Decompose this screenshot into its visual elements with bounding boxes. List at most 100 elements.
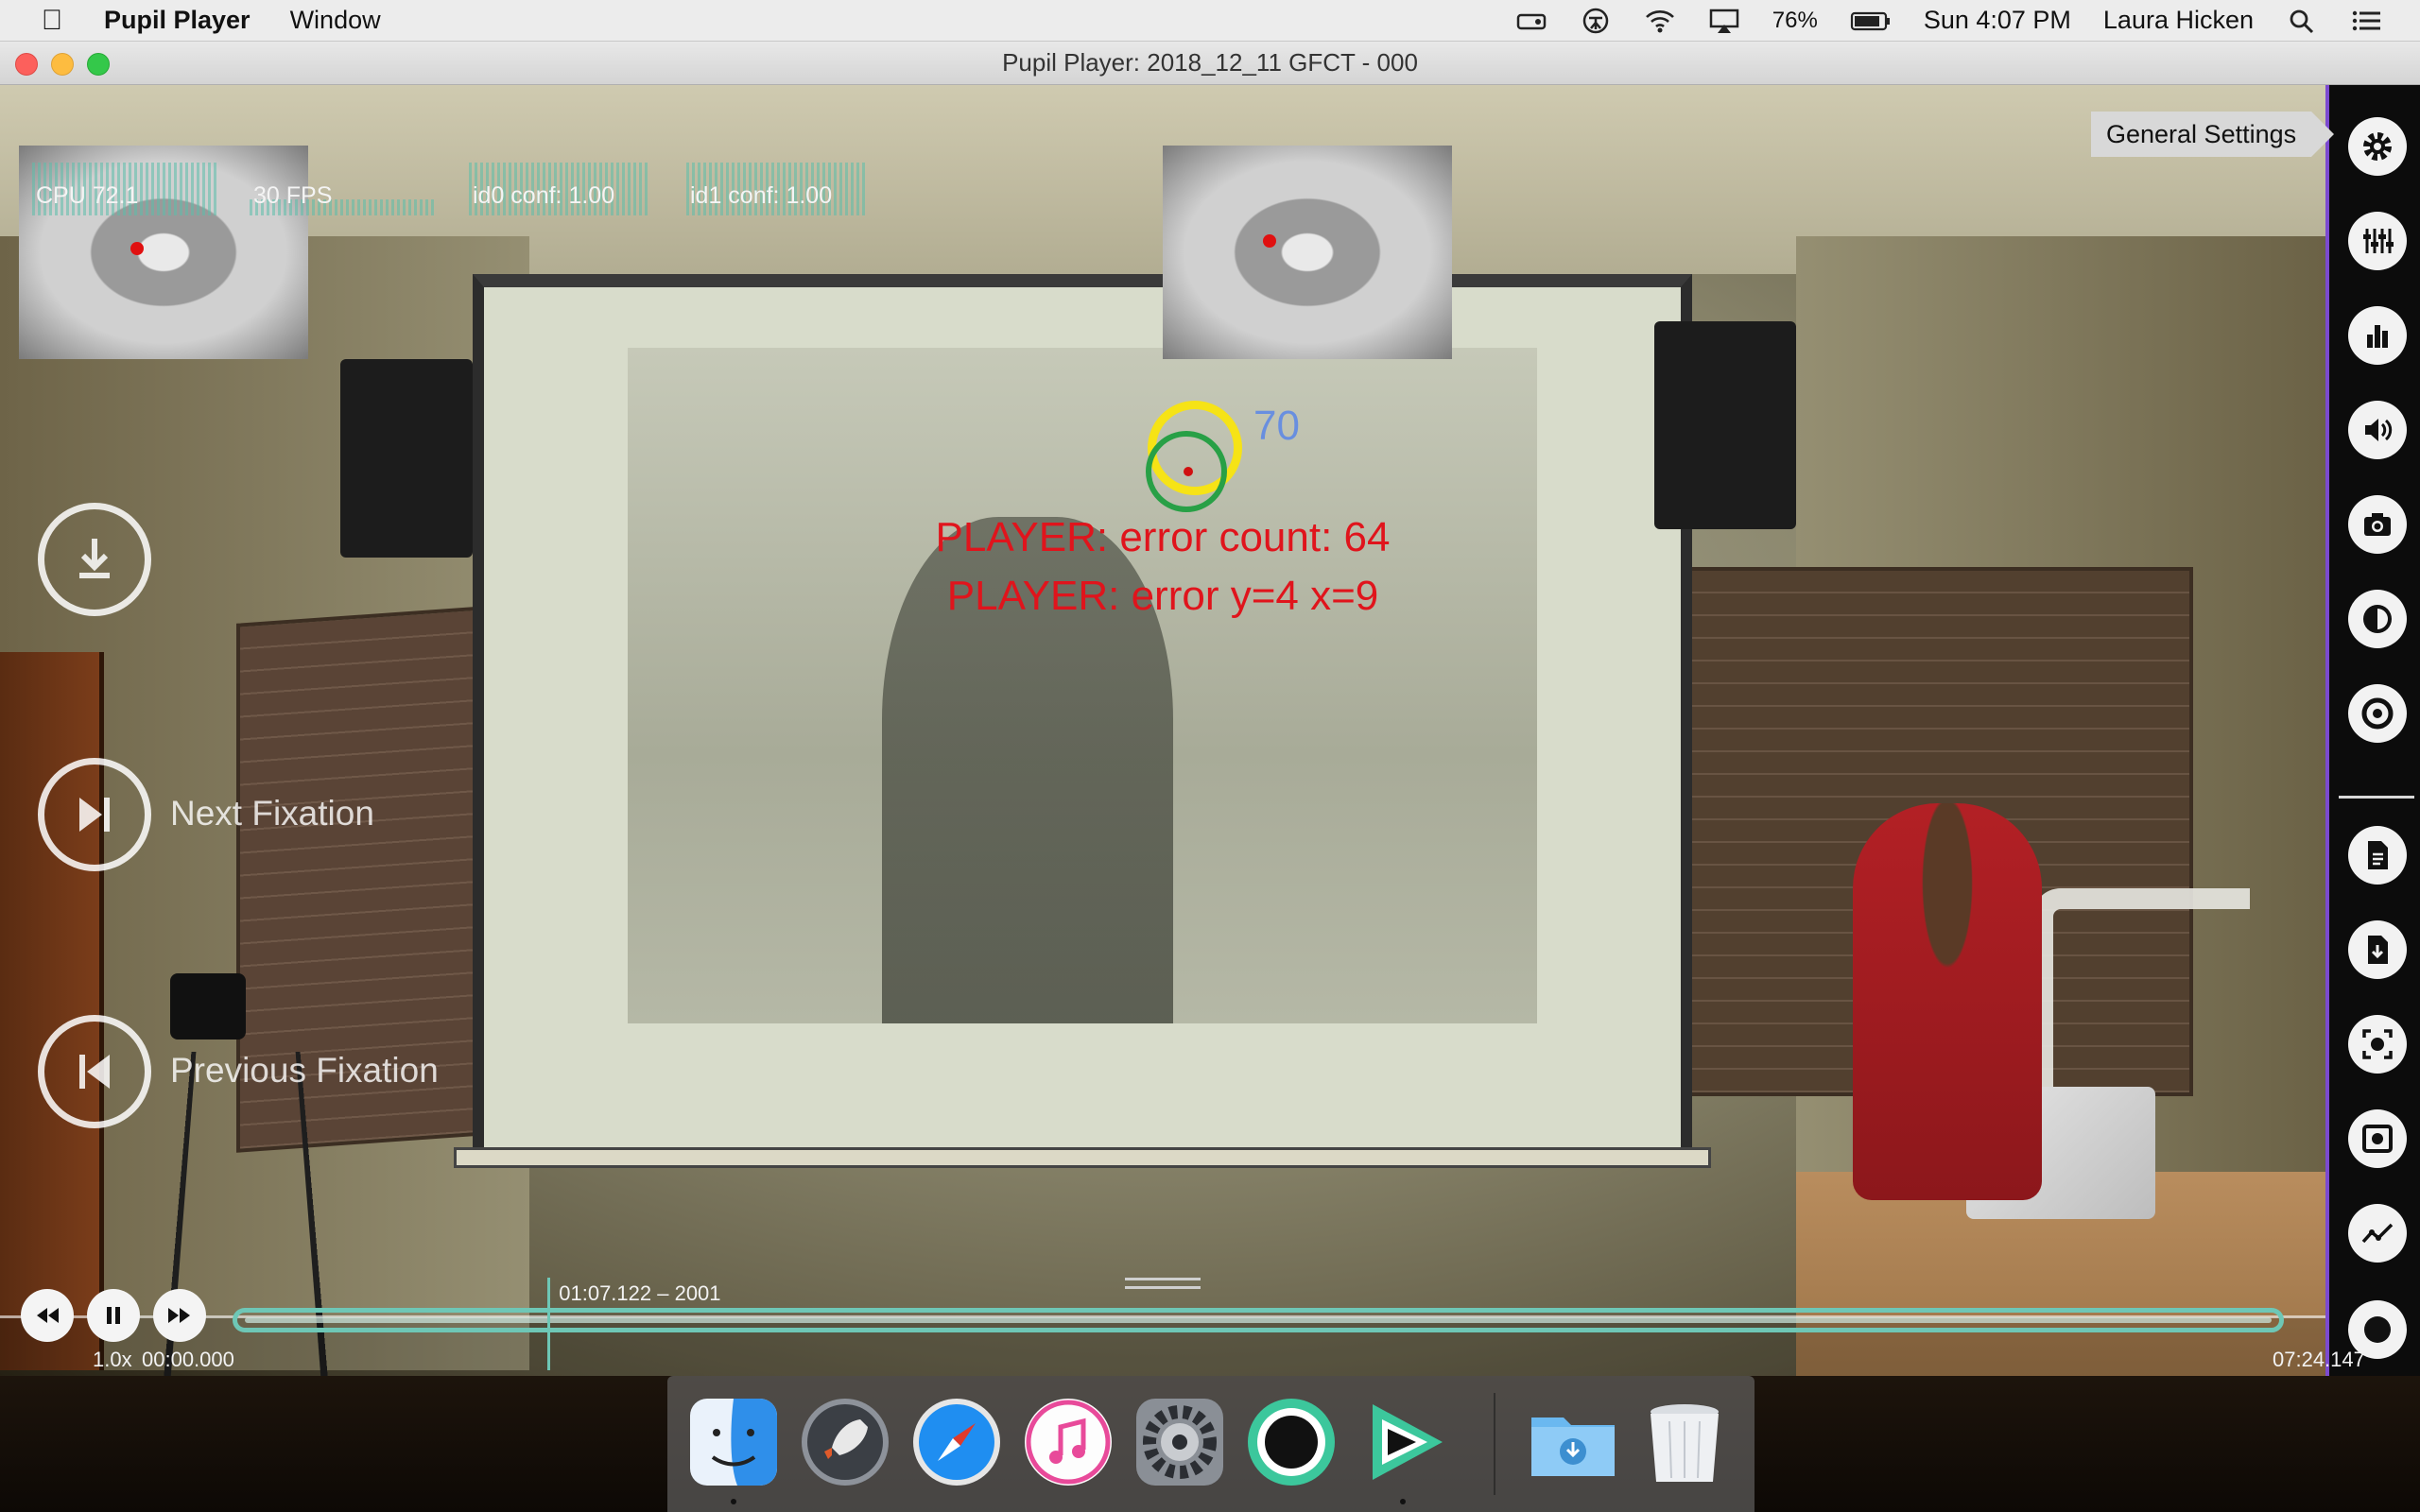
pause-button[interactable] [87,1289,140,1342]
speaker-right [1654,321,1796,529]
launchpad-icon[interactable] [798,1395,892,1489]
raw-data-exporter-button[interactable] [2348,826,2407,885]
downloads-folder-icon[interactable] [1526,1395,1620,1489]
previous-fixation-button[interactable] [38,1015,151,1128]
screen-bar [454,1147,1711,1168]
menu-bar:  Pupil Player Window 76% Sun 4:07 PM La… [0,0,2420,42]
world-video-frame[interactable]: CPU 72.1 30 FPS id0 conf: 1.00 id1 conf:… [0,85,2325,1376]
dock [667,1376,1754,1512]
battery-percent: 76% [1772,7,1818,33]
recording-icon [2362,1125,2393,1153]
apple-menu-icon[interactable]:  [0,5,104,37]
cpu-label: CPU 72.1 [36,182,139,209]
time-machine-icon[interactable] [1515,8,1547,34]
download-icon [79,539,110,578]
airplay-icon[interactable] [1708,8,1740,34]
statistics-button[interactable] [2348,306,2407,365]
zoom-window-button[interactable] [87,53,110,76]
skip-forward-icon [79,798,110,832]
projected-video [627,348,1538,1023]
app-menu[interactable]: Pupil Player [104,6,251,35]
id0-confidence-graph: id0 conf: 1.00 [469,163,648,215]
pupil-capture-icon[interactable] [1244,1395,1339,1489]
next-fixation-button[interactable] [38,758,151,871]
dock-separator [1494,1393,1495,1495]
pupil-player-running-indicator [1400,1499,1406,1504]
pupil-marker [130,242,144,255]
spotlight-search-icon[interactable] [2286,8,2318,34]
playback-speed[interactable]: 1.0x [93,1348,132,1372]
gaze-point [1184,467,1193,476]
world-video-exporter-button[interactable] [2348,495,2407,554]
scene-camera [170,973,246,1040]
close-window-button[interactable] [15,53,38,76]
line-chart-icon [2361,1223,2394,1244]
id1-confidence-graph: id1 conf: 1.00 [686,163,866,215]
rewind-icon [37,1308,59,1323]
notification-center-icon[interactable] [2350,8,2382,34]
next-fixation-label[interactable]: Next Fixation [170,794,374,833]
pause-icon [107,1307,120,1324]
pupil-player-icon[interactable] [1356,1395,1450,1489]
finder-icon[interactable] [686,1395,781,1489]
video-overlay-button[interactable] [2348,1109,2407,1168]
window-menu[interactable]: Window [290,6,381,35]
export-button[interactable] [2348,920,2407,979]
timeline-resize-handle[interactable] [1125,1278,1201,1289]
gaze-data-button[interactable] [2348,1204,2407,1263]
previous-fixation-label[interactable]: Previous Fixation [170,1051,439,1091]
fps-label: 30 FPS [253,182,333,209]
end-time: 07:24.147 [2273,1348,2365,1371]
target-icon [2361,697,2394,730]
skip-back-icon [79,1055,110,1089]
fast-forward-button[interactable] [153,1289,206,1342]
sidebar-separator [2339,796,2414,799]
wifi-icon[interactable] [1644,8,1676,34]
minimize-window-button[interactable] [51,53,74,76]
audio-button[interactable] [2348,401,2407,459]
window-title: Pupil Player: 2018_12_11 GFCT - 000 [1002,48,1418,77]
download-button[interactable] [38,503,151,616]
scene-person [1853,803,2042,1200]
audio-icon [2365,419,2393,441]
plugin-manager-button[interactable] [2348,212,2407,270]
fixation-id-label: 70 [1253,403,1300,449]
window-titlebar[interactable]: Pupil Player: 2018_12_11 GFCT - 000 [0,42,2420,85]
accessibility-icon[interactable] [1580,8,1612,34]
fps-graph: 30 FPS [250,163,435,215]
eye-overlay-button[interactable] [2348,590,2407,648]
general-settings-button[interactable] [2348,117,2407,176]
seek-bar[interactable] [233,1308,2284,1332]
fixation-detector-button[interactable] [2348,684,2407,743]
pupil-player-window: Pupil Player: 2018_12_11 GFCT - 000 CPU … [0,42,2420,1376]
rewind-button[interactable] [21,1289,74,1342]
projection-screen [473,274,1692,1153]
itunes-icon[interactable] [1021,1395,1115,1489]
error-count-message: PLAYER: error count: 64 [935,514,1391,560]
status-area: 76% Sun 4:07 PM Laura Hicken [1515,6,2420,35]
playhead[interactable] [547,1278,551,1370]
error-position-message: PLAYER: error y=4 x=9 [946,573,1379,619]
trash-icon[interactable] [1637,1395,1732,1489]
bar-chart-icon [2367,325,2388,348]
document-icon [2368,841,2388,869]
eye1-overlay[interactable] [1163,146,1452,359]
start-time: 00:00.000 [142,1348,234,1371]
pupil-marker [1263,234,1276,248]
system-preferences-icon[interactable] [1132,1395,1227,1489]
menubar-user[interactable]: Laura Hicken [2103,6,2254,35]
gear-icon [2363,132,2392,161]
id0-confidence-label: id0 conf: 1.00 [473,182,615,209]
camera-icon [2364,513,2391,536]
safari-icon[interactable] [909,1395,1004,1489]
cpu-graph: CPU 72.1 [32,163,217,215]
finder-running-indicator [731,1499,736,1504]
surface-tracker-button[interactable] [2348,1015,2407,1074]
export-document-icon [2368,936,2388,964]
record-icon [2364,1316,2391,1343]
playhead-time-label: 01:07.122 – 2001 [559,1281,721,1305]
plugins-icon [2363,229,2394,253]
menubar-clock[interactable]: Sun 4:07 PM [1924,6,2071,35]
battery-icon[interactable] [1850,8,1892,34]
id1-confidence-label: id1 conf: 1.00 [690,182,833,209]
